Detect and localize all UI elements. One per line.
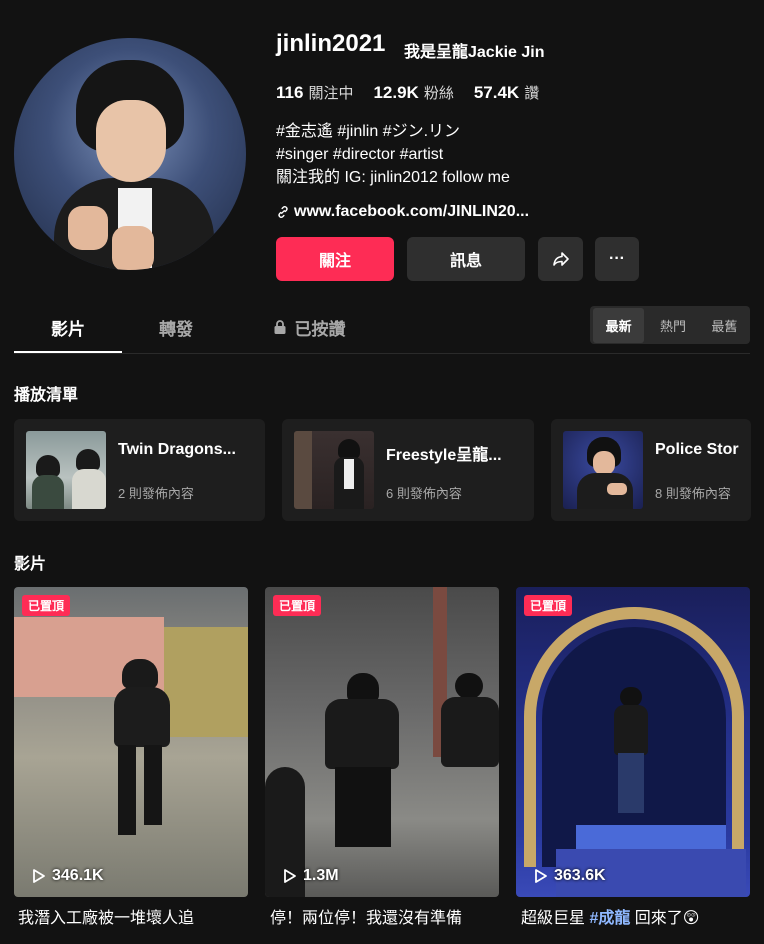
tab-liked[interactable]: 已按讚 — [254, 303, 364, 351]
profile-link[interactable]: www.facebook.com/JINLIN20... — [276, 203, 529, 221]
play-icon — [284, 869, 296, 883]
view-count-text: 363.6K — [554, 867, 606, 884]
username: jinlin2021 — [276, 30, 386, 57]
tab-videos[interactable]: 影片 — [14, 303, 122, 353]
view-count-text: 346.1K — [52, 867, 104, 884]
sort-latest[interactable]: 最新 — [593, 307, 645, 343]
sort-toggle: 最新 熱門 最舊 — [590, 306, 750, 344]
bio: #金志遙 #jinlin #ジン.リン #singer #director #a… — [276, 120, 510, 189]
likes-stat: 57.4K 讚 — [474, 82, 539, 103]
play-icon — [535, 869, 547, 883]
following-stat[interactable]: 116 關注中 — [276, 82, 353, 103]
message-button[interactable]: 訊息 — [407, 237, 525, 281]
follow-button[interactable]: 關注 — [276, 237, 394, 281]
pinned-badge: 已置頂 — [273, 595, 322, 616]
avatar[interactable] — [14, 38, 246, 270]
playlist-thumbnail — [294, 431, 374, 509]
video-card[interactable]: 已置頂 363.6K — [516, 587, 750, 897]
bio-line: #金志遙 #jinlin #ジン.リン — [276, 123, 461, 140]
playlist-thumbnail — [26, 431, 106, 509]
play-icon — [33, 869, 45, 883]
caption-text: 超級巨星 — [521, 910, 590, 927]
playlist-card[interactable]: Freestyle呈龍... 6 則發佈內容 — [282, 419, 534, 521]
caption-hashtag[interactable]: #成龍 — [589, 910, 630, 927]
playlist-title: Police Stor — [655, 441, 739, 458]
bio-line: #singer #director #artist — [276, 146, 444, 163]
view-count: 346.1K — [32, 867, 104, 885]
pinned-badge: 已置頂 — [524, 595, 573, 616]
profile-tabs: 影片 轉發 已按讚 最新 熱門 最舊 — [14, 303, 750, 354]
sort-popular[interactable]: 熱門 — [647, 316, 698, 335]
pinned-badge: 已置頂 — [22, 595, 71, 616]
more-button[interactable]: ··· — [595, 237, 639, 281]
bio-line: 關注我的 IG: jinlin2012 follow me — [276, 169, 510, 186]
likes-count: 57.4K — [473, 83, 520, 102]
video-caption[interactable]: 超級巨星 #成龍 回來了😲 — [521, 904, 700, 928]
playlist-count: 6 則發佈內容 — [386, 486, 462, 501]
video-card[interactable]: 已置頂 1.3M — [265, 587, 499, 897]
playlist-card[interactable]: Police Stor 8 則發佈內容 — [551, 419, 751, 521]
lock-icon — [274, 320, 285, 334]
followers-stat[interactable]: 12.9K 粉絲 — [373, 82, 453, 103]
nickname: 我是呈龍Jackie Jin — [404, 44, 545, 61]
video-caption[interactable]: 我潛入工廠被一堆壞人追 — [18, 904, 194, 928]
playlist-count: 8 則發佈內容 — [655, 486, 731, 501]
profile-link-text: www.facebook.com/JINLIN20... — [294, 203, 530, 220]
sort-oldest[interactable]: 最舊 — [699, 316, 750, 335]
playlists-heading: 播放清單 — [14, 387, 79, 404]
video-card[interactable]: 已置頂 346.1K — [14, 587, 248, 897]
followers-label: 粉絲 — [423, 85, 454, 102]
view-count: 363.6K — [534, 867, 606, 885]
playlist-thumbnail — [563, 431, 643, 509]
tab-reposts[interactable]: 轉發 — [122, 303, 230, 351]
playlist-title: Twin Dragons... — [118, 441, 236, 458]
following-count: 116 — [276, 83, 304, 102]
playlist-count: 2 則發佈內容 — [118, 486, 194, 501]
following-label: 關注中 — [308, 85, 354, 102]
profile-stats: 116 關注中 12.9K 粉絲 57.4K 讚 — [276, 82, 539, 103]
followers-count: 12.9K — [373, 83, 419, 102]
tab-liked-label: 已按讚 — [294, 319, 346, 339]
view-count: 1.3M — [283, 867, 339, 885]
playlist-card[interactable]: Twin Dragons... 2 則發佈內容 — [14, 419, 265, 521]
videos-heading: 影片 — [14, 556, 47, 573]
link-icon — [278, 206, 288, 218]
video-caption[interactable]: 停！兩位停！我還沒有準備 — [270, 904, 462, 928]
caption-text: 回來了😲 — [630, 910, 700, 927]
share-icon — [552, 252, 569, 266]
view-count-text: 1.3M — [303, 867, 339, 884]
share-button[interactable] — [538, 237, 583, 281]
playlist-title: Freestyle呈龍... — [386, 447, 502, 464]
likes-label: 讚 — [524, 85, 540, 102]
